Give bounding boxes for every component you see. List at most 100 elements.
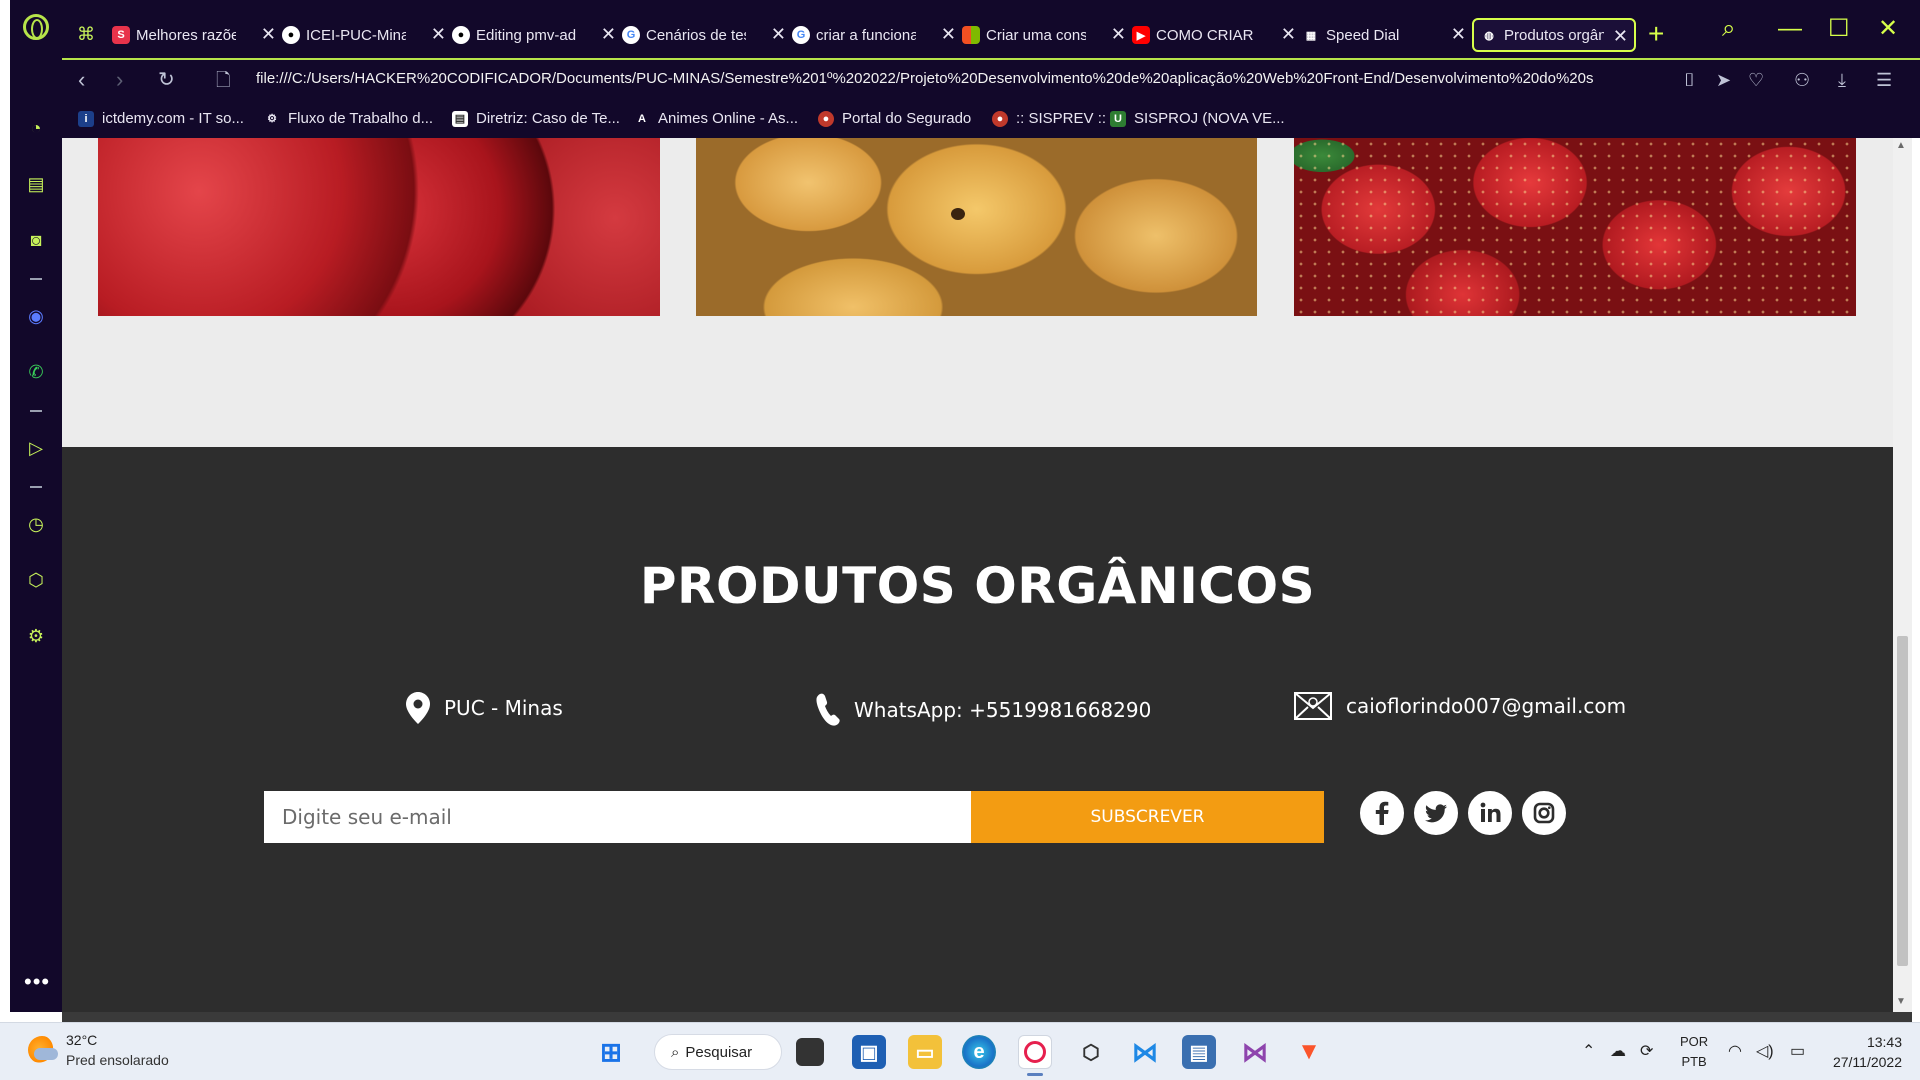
edge-icon[interactable]: e (962, 1035, 996, 1069)
weather-temperature[interactable]: 32°C (66, 1032, 97, 1048)
easy-setup-icon[interactable]: ☰ (1876, 68, 1892, 92)
page-info-icon[interactable]: 🗋 (216, 66, 230, 94)
close-tab-icon[interactable]: ✕ (601, 24, 616, 44)
snapshot-camera-icon[interactable]: ⌷ (1684, 68, 1695, 92)
opera-gx-logo-icon[interactable] (23, 14, 49, 40)
download-icon[interactable]: ⤓ (1838, 68, 1846, 92)
facebook-icon[interactable] (1360, 791, 1404, 835)
site-footer: PRODUTOS ORGÂNICOS PUC - Minas WhatsApp:… (62, 447, 1893, 1012)
animes-icon: A (638, 112, 646, 125)
show-hidden-icons-icon[interactable]: ⌃ (1582, 1041, 1595, 1061)
minimize-icon[interactable]: — (1778, 14, 1802, 44)
player-icon[interactable]: ▷ (24, 436, 48, 460)
twitter-icon[interactable] (1414, 791, 1458, 835)
phone-icon (814, 692, 840, 728)
taskbar-search[interactable]: ⌕ Pesquisar (654, 1034, 782, 1070)
scrollbar-thumb[interactable] (1897, 636, 1908, 966)
extensions-icon[interactable]: ⬡ (24, 568, 48, 592)
opera-gx-taskbar-icon[interactable] (1018, 1035, 1052, 1069)
microsoft-store-icon[interactable]: ▣ (852, 1035, 886, 1069)
python-idle-icon[interactable]: ▤ (1182, 1035, 1216, 1069)
search-tabs-icon[interactable]: ⌕ (1722, 14, 1735, 44)
brave-icon[interactable]: ▼ (1292, 1035, 1326, 1069)
document-icon: ▤ (452, 110, 468, 127)
tab[interactable]: ● Editing pmv-ad ✕ (452, 18, 622, 52)
back-arrow-icon[interactable]: ‹ (78, 66, 85, 94)
bookmark[interactable]: ● Portal do Segurado (818, 110, 971, 127)
page-scrollbar[interactable]: ▲ ▼ (1893, 138, 1912, 1012)
tab-label: Melhores razõe (136, 26, 236, 44)
messenger-icon[interactable]: ◉ (24, 304, 48, 328)
reload-icon[interactable]: ↻ (158, 66, 175, 94)
close-window-icon[interactable]: ✕ (1878, 14, 1898, 44)
tab[interactable]: ● ICEI-PUC-Minas ✕ (282, 18, 452, 52)
tab[interactable]: S Melhores razõe ✕ (112, 18, 282, 52)
unity-icon[interactable]: ⬡ (1074, 1035, 1108, 1069)
close-tab-icon[interactable]: ✕ (261, 24, 276, 44)
newsletter-email-input[interactable] (264, 791, 971, 843)
google-icon: G (792, 26, 810, 44)
language-indicator[interactable]: POR PTB (1680, 1032, 1708, 1072)
speed-dial-icon[interactable]: ◔ (24, 116, 48, 140)
close-tab-icon[interactable]: ✕ (1451, 24, 1466, 44)
gamepad-icon[interactable]: ⌘ (74, 22, 98, 46)
profile-icon[interactable]: ⚇ (1794, 68, 1810, 92)
bookmark[interactable]: A Animes Online - As... (634, 110, 798, 127)
new-tab-plus-icon[interactable]: + (1648, 16, 1664, 52)
tab-active[interactable]: ◍ Produtos orgân ✕ (1472, 18, 1636, 52)
start-menu-icon[interactable]: ⊞ (594, 1035, 628, 1069)
send-icon[interactable]: ➤ (1716, 68, 1731, 92)
visual-studio-icon[interactable]: ⋈ (1238, 1035, 1272, 1069)
close-tab-icon[interactable]: ✕ (1613, 26, 1628, 46)
sync-icon[interactable]: ⟳ (1640, 1041, 1653, 1061)
sidebar-divider (30, 278, 42, 280)
maximize-icon[interactable]: ☐ (1828, 14, 1850, 44)
linkedin-icon[interactable] (1468, 791, 1512, 835)
bookmark[interactable]: i ictdemy.com - IT so... (78, 110, 244, 127)
strawberry-product-image[interactable] (1294, 138, 1856, 316)
onedrive-cloud-icon[interactable]: ☁ (1610, 1041, 1626, 1061)
volume-icon[interactable]: ◁) (1756, 1041, 1774, 1061)
instagram-icon[interactable] (1522, 791, 1566, 835)
subscribe-button[interactable]: SUBSCREVER (971, 791, 1324, 843)
file-explorer-icon[interactable]: ▭ (908, 1035, 942, 1069)
whatsapp-icon[interactable]: ✆ (24, 360, 48, 384)
more-options-icon[interactable]: ••• (24, 971, 49, 993)
close-tab-icon[interactable]: ✕ (941, 24, 956, 44)
bookmark[interactable]: U SISPROJ (NOVA VE... (1110, 110, 1285, 127)
close-tab-icon[interactable]: ✕ (771, 24, 786, 44)
bookmark[interactable]: ● :: SISPREV :: (992, 110, 1106, 127)
close-tab-icon[interactable]: ✕ (1281, 24, 1296, 44)
vscode-icon[interactable]: ⋈ (1128, 1035, 1162, 1069)
tab[interactable]: Criar uma cons ✕ (962, 18, 1132, 52)
scroll-down-arrow-icon[interactable]: ▼ (1896, 996, 1906, 1007)
close-tab-icon[interactable]: ✕ (431, 24, 446, 44)
battery-icon[interactable]: ▭ (1790, 1041, 1805, 1061)
bookmark-heart-icon[interactable]: ♡ (1748, 68, 1764, 92)
apple-product-image[interactable] (98, 138, 660, 316)
history-icon[interactable]: ◷ (24, 512, 48, 536)
tab[interactable]: G Cenários de tes ✕ (622, 18, 792, 52)
close-tab-icon[interactable]: ✕ (1111, 24, 1126, 44)
tab[interactable]: ▶ COMO CRIAR U ✕ (1132, 18, 1302, 52)
scroll-up-arrow-icon[interactable]: ▲ (1896, 140, 1906, 151)
settings-gear-icon[interactable]: ⚙ (24, 624, 48, 648)
language-code: POR (1680, 1034, 1709, 1049)
mango-product-image[interactable] (696, 138, 1257, 316)
weather-condition[interactable]: Pred ensolarado (66, 1052, 169, 1068)
twitch-icon[interactable]: ◙ (24, 228, 48, 252)
task-view-icon[interactable] (796, 1038, 824, 1066)
url-field[interactable]: file:///C:/Users/HACKER%20CODIFICADOR/Do… (256, 70, 1736, 92)
bookmark[interactable]: ▤ Diretriz: Caso de Te... (452, 110, 620, 127)
tab[interactable]: G criar a funciona ✕ (792, 18, 962, 52)
shopping-icon[interactable]: ▤ (24, 172, 48, 196)
wifi-icon[interactable]: ◠ (1728, 1041, 1742, 1061)
tab-label: ICEI-PUC-Minas (306, 26, 406, 44)
clock[interactable]: 13:43 27/11/2022 (1826, 1032, 1902, 1072)
bookmark[interactable]: ⚙ Fluxo de Trabalho d... (264, 110, 433, 127)
forward-arrow-icon[interactable]: › (116, 66, 123, 94)
bookmark-label: Diretriz: Caso de Te... (476, 110, 620, 127)
clock-time: 13:43 (1866, 1034, 1902, 1050)
tab-label: Editing pmv-ad (476, 26, 576, 44)
tab[interactable]: ▦ Speed Dial ✕ (1302, 18, 1472, 52)
